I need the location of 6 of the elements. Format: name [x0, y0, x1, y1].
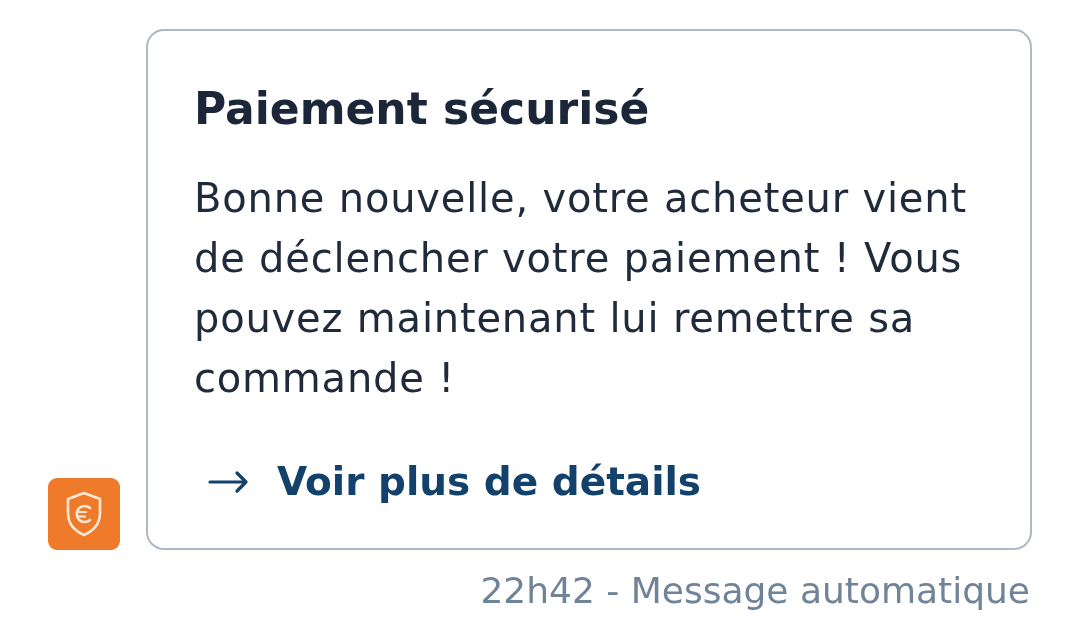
- details-link[interactable]: Voir plus de détails: [194, 458, 702, 505]
- shield-euro-icon: [48, 478, 120, 550]
- message-text: Bonne nouvelle, votre acheteur vient de déclencher votre paiement ! Vous pouvez maintenant lui remettre sa commande !: [194, 174, 968, 403]
- message-title: Paiement sécurisé: [194, 82, 651, 135]
- message-timestamp: 22h42 - Message automatique: [480, 569, 1030, 613]
- arrow-right-icon: [208, 469, 249, 494]
